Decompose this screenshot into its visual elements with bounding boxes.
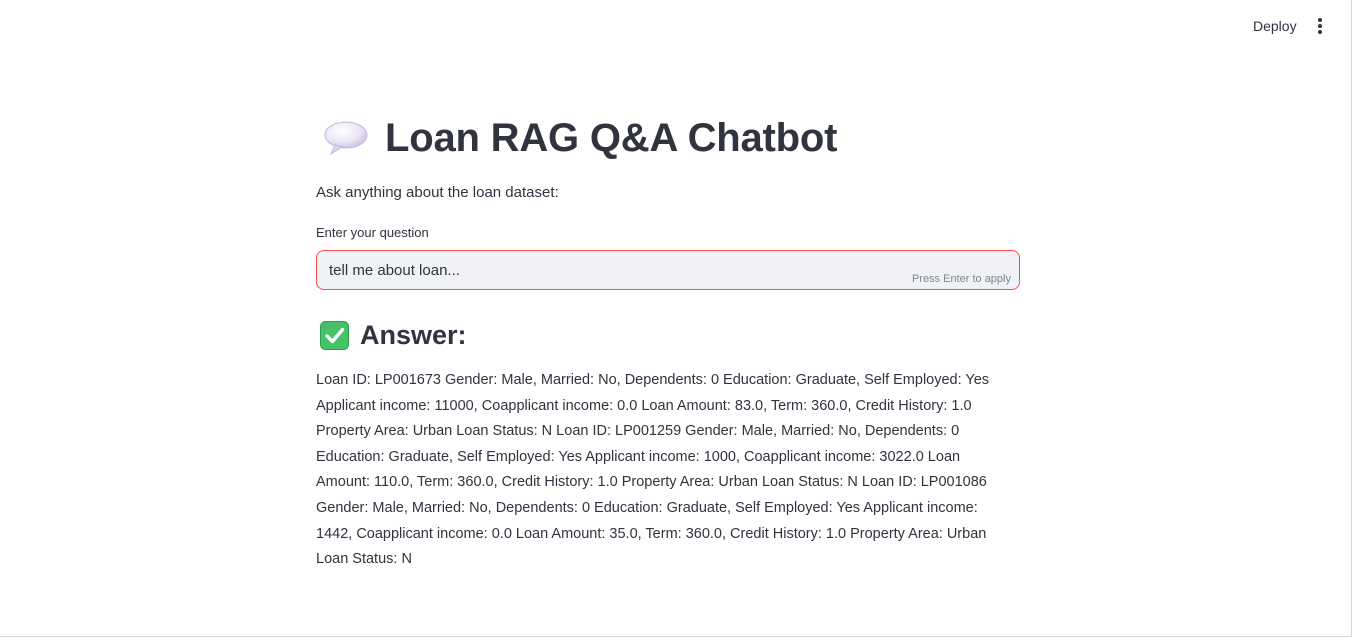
question-input[interactable] bbox=[329, 251, 889, 289]
main-menu-button[interactable] bbox=[1308, 13, 1332, 39]
title-row: Loan RAG Q&A Chatbot bbox=[316, 112, 837, 164]
answer-heading-row: Answer: bbox=[316, 318, 467, 352]
page-title: Loan RAG Q&A Chatbot bbox=[385, 115, 838, 160]
deploy-button[interactable]: Deploy bbox=[1244, 13, 1306, 39]
answer-heading: Answer: bbox=[360, 319, 467, 350]
speech-balloon-icon bbox=[324, 121, 368, 156]
question-input-container: Press Enter to apply bbox=[316, 250, 1020, 290]
question-input-label: Enter your question bbox=[316, 225, 429, 240]
check-mark-button-icon bbox=[320, 320, 349, 350]
more-vertical-icon bbox=[1318, 18, 1322, 22]
page-subtitle: Ask anything about the loan dataset: bbox=[316, 184, 559, 201]
app-header: Deploy bbox=[0, 0, 1352, 52]
answer-text: Loan ID: LP001673 Gender: Male, Married:… bbox=[316, 372, 990, 568]
press-enter-hint: Press Enter to apply bbox=[911, 273, 1011, 285]
